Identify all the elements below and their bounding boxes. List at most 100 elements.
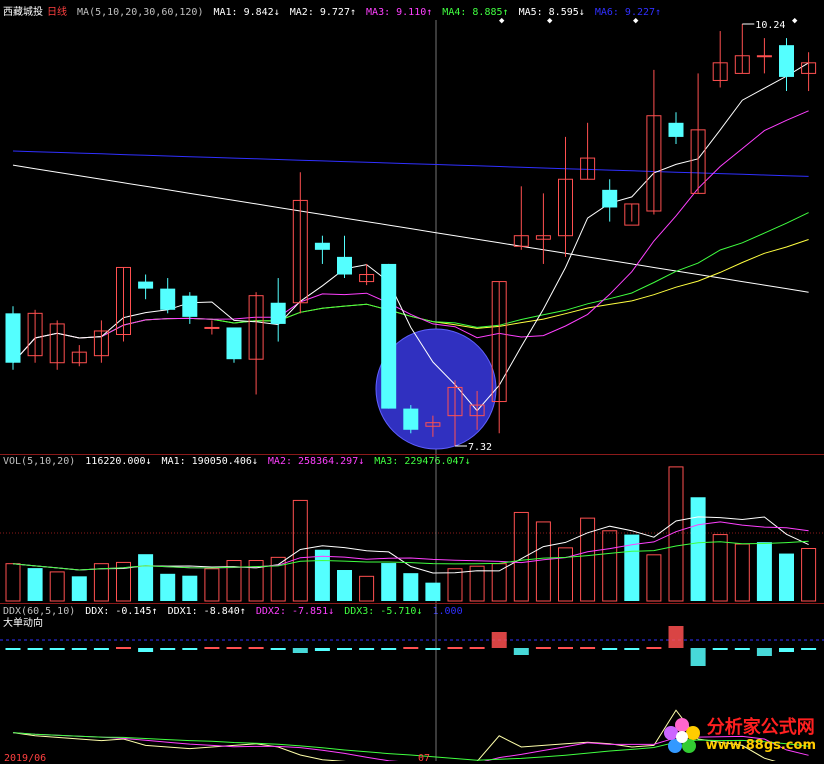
volume-chart[interactable] [0, 455, 824, 603]
ddx-bar [160, 648, 176, 650]
ma6-line [12, 150, 809, 177]
watermark-url: www.88gs.com [705, 738, 816, 753]
ddx-bar [447, 647, 463, 649]
ddx-bar [248, 647, 264, 649]
ddx-bar [779, 648, 794, 652]
ddx-bar [712, 648, 728, 650]
ddx-bar [337, 648, 352, 650]
ddx-bar [491, 632, 507, 648]
ddx-bar [93, 648, 109, 650]
candle-body [182, 295, 198, 317]
ddx-bar [602, 648, 618, 650]
month-label-left: 2019/06 [4, 753, 47, 764]
volume-bar [204, 568, 220, 602]
ddx-bar [425, 648, 441, 650]
ddx-bar [801, 648, 817, 650]
volume-bar [71, 576, 87, 601]
candle-body [756, 55, 772, 58]
volume-bar [690, 497, 706, 601]
volume-bar [403, 573, 419, 601]
volume-panel[interactable]: VOL(5,10,20) 116220.000↓ MA1: 190050.406… [0, 455, 824, 603]
ddx-bar [469, 647, 485, 649]
volume-bar [425, 582, 441, 601]
ddx-bar [292, 648, 308, 653]
candle-body [779, 45, 794, 77]
low-label: 7.32 [468, 442, 492, 453]
watermark-title: 分析家公式网 [706, 717, 815, 738]
ddx-bar [138, 648, 154, 652]
ddx-bar [580, 647, 596, 649]
ddx-bar [558, 647, 573, 649]
candle-body [403, 408, 419, 430]
ddx-bar [116, 647, 131, 649]
volume-bar [491, 563, 507, 602]
volume-bar [314, 549, 330, 601]
ddx-bar [513, 648, 529, 655]
ma2-line [12, 110, 809, 364]
candle-body [160, 288, 176, 310]
candle-body [602, 189, 618, 208]
volume-bar [27, 568, 43, 601]
ddx-bar [756, 648, 772, 656]
candle-body [337, 256, 352, 275]
vol-ma1-line [12, 516, 809, 574]
volume-bar [5, 563, 21, 602]
volume-bar [513, 511, 529, 602]
ma5-line [12, 164, 809, 293]
volume-bar [359, 575, 375, 602]
candle-body [270, 302, 286, 324]
flower-logo-icon [663, 718, 700, 753]
watermark: 分析家公式网 www.88gs.com [663, 717, 816, 753]
signal-diamond-icon: ◆ [633, 16, 639, 26]
ddx-bar [668, 626, 684, 648]
ddx-bar [270, 648, 286, 650]
volume-bar [602, 530, 618, 602]
price-chart[interactable]: 10.24 7.32 ◆ ◆ ◆ ◆ [0, 0, 824, 454]
signal-diamond-icon: ◆ [499, 16, 505, 26]
volume-bar [138, 554, 154, 601]
candle-body [668, 122, 684, 137]
ddx-bar [359, 648, 375, 650]
volume-bar [734, 543, 750, 602]
ddx-bar [381, 648, 397, 650]
volume-bar [779, 553, 794, 601]
ddx-bar [27, 648, 43, 650]
high-label: 10.24 [755, 20, 785, 31]
ddx-bar [5, 648, 21, 650]
volume-bar [646, 554, 662, 602]
ddx-bar [690, 648, 706, 666]
candle-body [314, 242, 330, 250]
candle-body [226, 327, 242, 360]
ddx-bar [71, 648, 87, 650]
volume-bar [381, 563, 397, 601]
vol-ma3-line [12, 540, 809, 571]
volume-bar [160, 573, 176, 601]
volume-bar [447, 568, 463, 602]
ddx-bar [314, 648, 330, 651]
volume-bar [182, 575, 198, 601]
ddx-bar [226, 647, 242, 649]
ddx-bar [624, 648, 640, 650]
candle-body [204, 326, 220, 329]
volume-bar [580, 517, 596, 602]
ddx-bar [646, 647, 662, 649]
volume-bar [712, 534, 728, 602]
signal-diamond-icon: ◆ [547, 16, 553, 26]
signal-diamond-icon: ◆ [792, 16, 798, 26]
ddx-bar [49, 648, 65, 650]
month-label-right: 07 [418, 753, 431, 764]
volume-bar [535, 521, 551, 602]
price-panel[interactable]: 西藏城投 日线 MA(5,10,20,30,60,120) MA1: 9.842↓… [0, 0, 824, 454]
ddx-bar [535, 647, 551, 649]
volume-bar [292, 499, 308, 602]
volume-bar [756, 542, 772, 601]
volume-bar [337, 570, 352, 601]
ddx-bar [734, 648, 750, 650]
volume-bar [49, 571, 65, 602]
ddx-bar [403, 647, 419, 649]
ddx-bar [204, 647, 220, 649]
ddx-bar [182, 648, 198, 650]
volume-bar [801, 547, 817, 602]
candle-body [5, 313, 21, 363]
candle-body [138, 281, 154, 289]
